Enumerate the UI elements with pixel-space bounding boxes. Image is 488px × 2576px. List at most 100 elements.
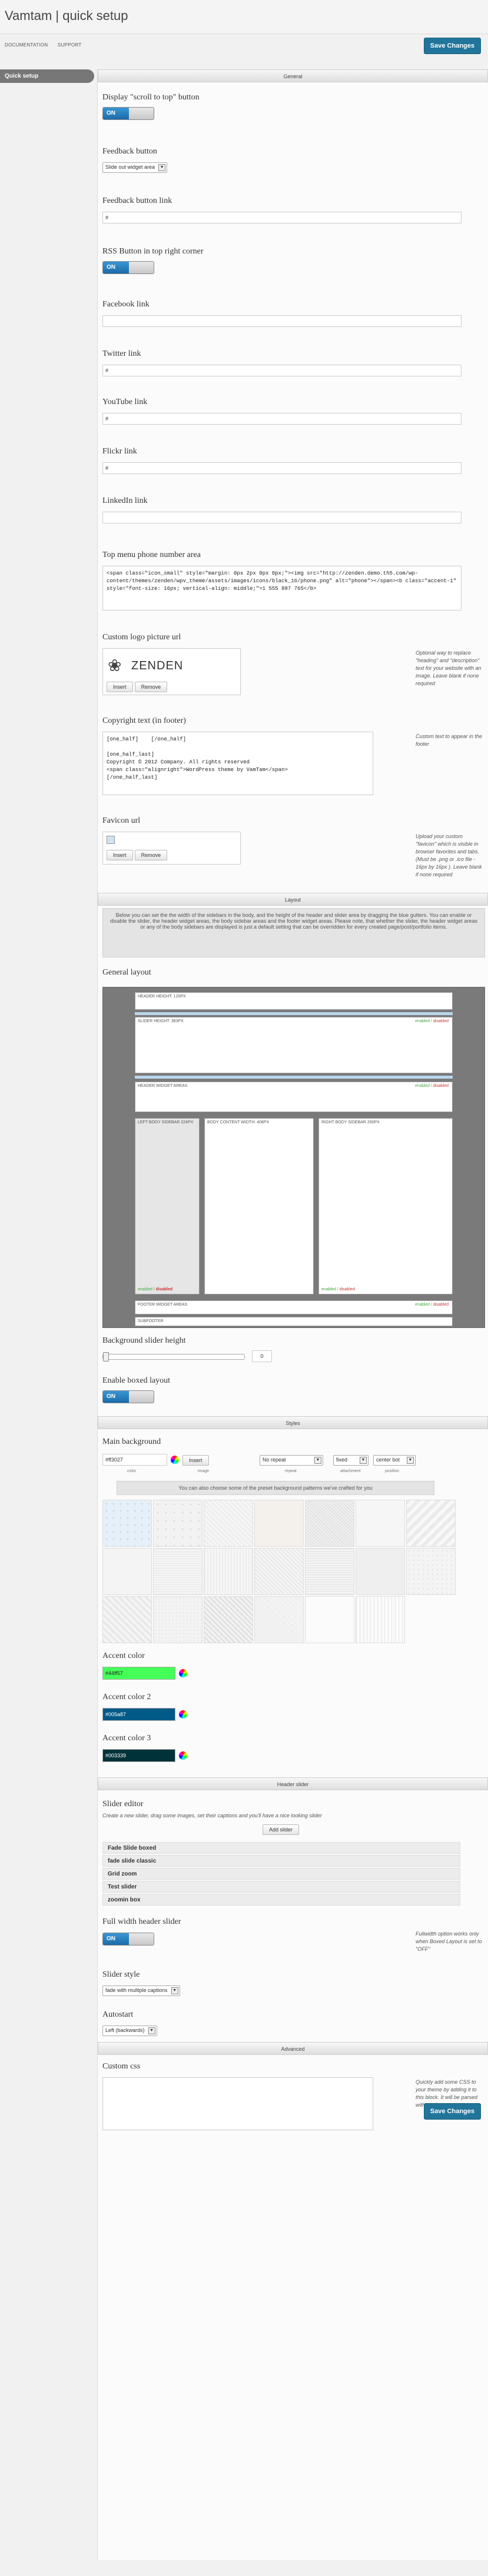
feedback-select[interactable]: Slide out widget area ▼: [102, 162, 168, 173]
layout-body-content: BODY CONTENT WIDTH: 408PX: [204, 1118, 314, 1294]
pattern-swatch[interactable]: [406, 1500, 456, 1547]
bg-repeat-select[interactable]: No repeat ▼: [260, 1455, 323, 1466]
header-gutter[interactable]: [135, 1012, 453, 1015]
accent1-input[interactable]: #44ff57: [102, 1667, 175, 1680]
right-sidebar-enabled[interactable]: enabled: [321, 1287, 336, 1292]
left-sidebar-disabled[interactable]: disabled: [156, 1287, 172, 1292]
favicon-preview-icon: [107, 836, 115, 844]
save-button-bottom[interactable]: Save Changes: [423, 2103, 481, 2120]
slider-item[interactable]: zoomin box: [102, 1894, 460, 1906]
layout-note: Below you can set the the width of the s…: [102, 908, 485, 957]
phone-textarea[interactable]: <span class="icon_small" style="margin: …: [102, 566, 462, 610]
header-widgets-disabled[interactable]: disabled: [433, 1084, 449, 1088]
slider-item[interactable]: Test slider: [102, 1881, 460, 1893]
support-link[interactable]: SUPPORT: [58, 42, 82, 48]
pattern-swatch[interactable]: [153, 1500, 202, 1547]
bg-color-input[interactable]: #ff3027: [102, 1454, 167, 1466]
layout-slider-area[interactable]: SLIDER HEIGHT: 383PX enabled / disabled: [135, 1017, 453, 1073]
color-wheel-icon[interactable]: [179, 1751, 187, 1760]
rss-toggle[interactable]: ON: [102, 261, 154, 274]
copyright-textarea[interactable]: [one_half] [/one_half] [one_half_last] C…: [102, 732, 373, 795]
feedback-link-input[interactable]: #: [102, 212, 462, 223]
facebook-input[interactable]: [102, 315, 462, 327]
rss-label: RSS Button in top right corner: [102, 247, 204, 256]
flickr-input[interactable]: #: [102, 462, 462, 474]
boxed-label: Enable boxed layout: [102, 1376, 171, 1385]
layout-header-area[interactable]: HEADER HEIGHT: 120PX: [135, 992, 453, 1010]
right-sidebar-disabled[interactable]: disabled: [340, 1287, 355, 1292]
pattern-swatch[interactable]: [305, 1596, 354, 1643]
pattern-swatch[interactable]: [153, 1548, 202, 1595]
accent1-label: Accent color: [102, 1651, 145, 1660]
bg-position-select[interactable]: center bot ▼: [373, 1455, 416, 1466]
header-widgets-label: HEADER WIDGET AREAS: [138, 1084, 188, 1088]
pattern-swatch[interactable]: [254, 1500, 304, 1547]
slider-style-select[interactable]: fade with multiple captions ▼: [102, 1986, 180, 1996]
footer-widgets-enabled[interactable]: enabled: [415, 1303, 430, 1307]
chevron-down-icon: ▼: [171, 1987, 178, 1994]
right-sidebar-label: RIGHT BODY SIDEBAR 260PX: [321, 1120, 380, 1125]
logo-box: ❀ ZENDEN Insert Remove: [102, 648, 241, 695]
bg-slider-track[interactable]: [102, 1352, 245, 1362]
save-button-top[interactable]: Save Changes: [423, 38, 481, 54]
logo-remove-button[interactable]: Remove: [134, 682, 168, 692]
slider-item[interactable]: Fade Slide boxed: [102, 1842, 460, 1854]
general-layout-label: General layout: [102, 968, 151, 977]
autostart-select[interactable]: Left (backwards) ▼: [102, 2026, 157, 2036]
pattern-swatch[interactable]: [305, 1500, 354, 1547]
accent3-input[interactable]: #003339: [102, 1749, 175, 1762]
youtube-label: YouTube link: [102, 398, 148, 406]
pattern-swatch[interactable]: [406, 1548, 456, 1595]
pattern-swatch[interactable]: [254, 1596, 304, 1643]
pattern-swatch[interactable]: [356, 1596, 405, 1643]
pattern-swatch[interactable]: [102, 1548, 152, 1595]
accent2-input[interactable]: #005a87: [102, 1708, 175, 1721]
pattern-swatch[interactable]: [356, 1500, 405, 1547]
facebook-label: Facebook link: [102, 300, 150, 309]
youtube-input[interactable]: #: [102, 413, 462, 425]
documentation-link[interactable]: DOCUMENTATION: [5, 42, 48, 48]
layout-footer-widgets[interactable]: FOOTER WIDGET AREAS enabled / disabled: [135, 1300, 453, 1314]
twitter-input[interactable]: #: [102, 365, 462, 376]
logo-insert-button[interactable]: Insert: [107, 682, 133, 692]
section-advanced: Advanced: [98, 2042, 488, 2055]
layout-right-sidebar[interactable]: RIGHT BODY SIDEBAR 260PX enabled / disabl…: [318, 1118, 453, 1294]
pattern-swatch[interactable]: [356, 1548, 405, 1595]
color-wheel-icon[interactable]: [179, 1669, 187, 1677]
linkedin-input[interactable]: [102, 512, 462, 523]
bg-slider-value[interactable]: 0: [252, 1350, 272, 1362]
layout-left-sidebar[interactable]: LEFT BODY SIDEBAR 224PX enabled / disable…: [135, 1118, 200, 1294]
scroll-top-toggle[interactable]: ON: [102, 107, 154, 120]
sidebar-item-quick-setup[interactable]: Quick setup: [0, 69, 94, 83]
pattern-swatch[interactable]: [204, 1500, 253, 1547]
favicon-insert-button[interactable]: Insert: [107, 850, 133, 860]
add-slider-button[interactable]: Add slider: [263, 1824, 300, 1835]
boxed-toggle[interactable]: ON: [102, 1390, 154, 1403]
pattern-swatch[interactable]: [102, 1500, 152, 1547]
pattern-swatch[interactable]: [153, 1596, 202, 1643]
slider-gutter[interactable]: [135, 1076, 453, 1079]
color-wheel-icon[interactable]: [171, 1456, 179, 1464]
layout-header-widgets[interactable]: HEADER WIDGET AREAS enabled / disabled: [135, 1082, 453, 1112]
custom-css-textarea[interactable]: [102, 2077, 373, 2130]
favicon-remove-button[interactable]: Remove: [134, 850, 168, 860]
pattern-swatch[interactable]: [204, 1548, 253, 1595]
slider-enabled[interactable]: enabled: [415, 1019, 430, 1023]
slider-disabled[interactable]: disabled: [433, 1019, 449, 1023]
footer-widgets-disabled[interactable]: disabled: [433, 1303, 449, 1307]
pattern-swatch[interactable]: [102, 1596, 152, 1643]
bg-image-insert-button[interactable]: Insert: [182, 1455, 209, 1466]
fullwidth-toggle[interactable]: ON: [102, 1933, 154, 1946]
slider-item[interactable]: Grid zoom: [102, 1868, 460, 1880]
slider-item[interactable]: fade slide classic: [102, 1855, 460, 1867]
page-title: Vamtam | quick setup: [5, 8, 128, 23]
color-wheel-icon[interactable]: [179, 1710, 187, 1719]
bg-attachment-select[interactable]: fixed ▼: [333, 1455, 369, 1466]
bg-slider-handle[interactable]: [103, 1352, 109, 1362]
header-widgets-enabled[interactable]: enabled: [415, 1084, 430, 1088]
pattern-swatch[interactable]: [204, 1596, 253, 1643]
accent3-label: Accent color 3: [102, 1734, 151, 1743]
left-sidebar-enabled[interactable]: enabled: [138, 1287, 152, 1292]
pattern-swatch[interactable]: [254, 1548, 304, 1595]
pattern-swatch[interactable]: [305, 1548, 354, 1595]
